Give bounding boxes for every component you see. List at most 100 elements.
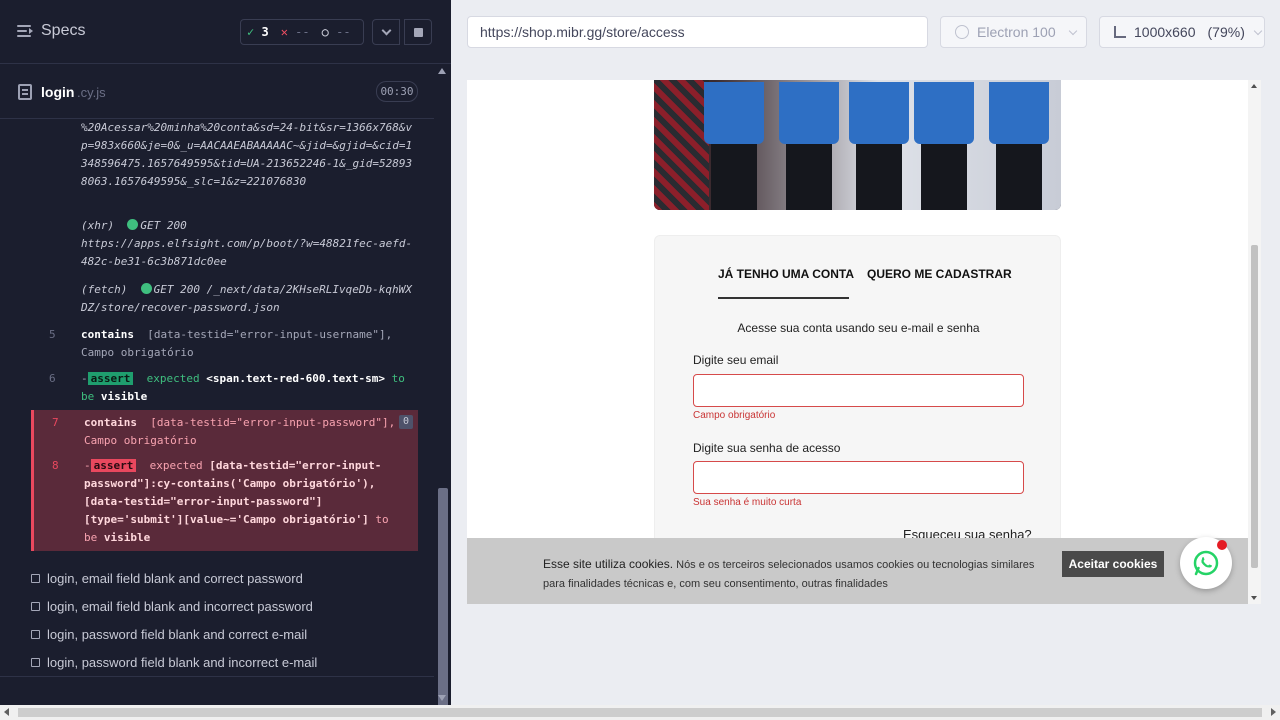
test-item[interactable]: login, email field blank and correct pas…: [31, 571, 303, 586]
tab-login[interactable]: JÁ TENHO UMA CONTA: [718, 267, 854, 299]
test-status-icon: [31, 630, 40, 639]
specs-header: Specs ✓ 3 ✕ -- ○ --: [0, 0, 451, 64]
scrollbar-thumb[interactable]: [438, 488, 448, 720]
whatsapp-button[interactable]: [1180, 537, 1232, 589]
browser-label: Electron 100: [977, 24, 1056, 40]
login-subtitle: Acesse sua conta usando seu e-mail e sen…: [737, 321, 980, 335]
viewport-size: 1000x660: [1134, 24, 1196, 40]
file-icon: [18, 84, 32, 100]
assert-badge: assert: [90, 459, 137, 472]
reporter-scrollbar[interactable]: [434, 64, 451, 720]
assert-value: visible: [103, 531, 151, 544]
command-dash: -: [81, 372, 88, 385]
command-row-5[interactable]: 5 contains [data-testid="error-input-use…: [31, 326, 418, 362]
command-number: 6: [49, 372, 56, 385]
team-photo: [654, 80, 1061, 210]
frame-scrollbar[interactable]: [1248, 80, 1261, 604]
scroll-right-icon[interactable]: [1271, 708, 1276, 716]
pending-count: --: [336, 25, 351, 39]
password-field[interactable]: [693, 461, 1024, 494]
horizontal-scrollbar[interactable]: [0, 705, 1280, 720]
email-error: Campo obrigatório: [693, 410, 776, 421]
log-xhr[interactable]: (xhr) GET 200 https://apps.elfsight.com/…: [81, 217, 416, 271]
passed-stat: ✓ 3: [241, 25, 275, 39]
cookie-title: Esse site utiliza cookies.: [543, 557, 674, 571]
command-number: 5: [49, 328, 56, 341]
spec-file-name: login: [41, 84, 75, 100]
failed-count: --: [295, 25, 310, 39]
command-text: contains [data-testid="error-input-usern…: [81, 326, 411, 362]
test-status-icon: [31, 574, 40, 583]
command-log: %20Acessar%20minha%20conta&sd=24-bit&sr=…: [0, 119, 434, 551]
viewport-zoom: (79%): [1207, 24, 1245, 40]
scroll-down-icon[interactable]: [1251, 596, 1257, 600]
spec-duration: 00:30: [376, 81, 418, 102]
command-row-8[interactable]: 8 - assert expected [data-testid="error-i…: [31, 450, 418, 551]
command-text: - assert expected <span.text-red-600.text…: [81, 370, 411, 406]
divider: [0, 676, 434, 677]
specs-menu-icon: [17, 25, 33, 37]
command-text: - assert expected [data-testid="error-inp…: [84, 457, 414, 547]
test-title: login, email field blank and correct pas…: [47, 571, 303, 586]
log-fetch[interactable]: (fetch) GET 200 /_next/data/2KHseRLIvqeD…: [81, 281, 416, 317]
ruler-icon: [1114, 26, 1126, 38]
command-row-7[interactable]: 7 contains [data-testid="error-input-pas…: [31, 410, 418, 450]
status-dot: [140, 283, 152, 294]
accept-cookies-button[interactable]: Aceitar cookies: [1062, 551, 1164, 577]
viewport-selector[interactable]: 1000x660 (79%): [1099, 16, 1265, 48]
xhr-status: GET 200: [140, 219, 187, 232]
preview-panel: https://shop.mibr.gg/store/access Electr…: [451, 0, 1280, 705]
browser-selector[interactable]: Electron 100: [940, 16, 1087, 48]
specs-toggle[interactable]: Specs: [17, 22, 85, 40]
password-label: Digite sua senha de acesso: [693, 441, 841, 455]
test-status-icon: [31, 658, 40, 667]
test-item[interactable]: login, password field blank and correct …: [31, 627, 307, 642]
pending-stat: ○ --: [316, 25, 357, 39]
tab-register[interactable]: QUERO ME CADASTRAR: [867, 267, 1012, 290]
command-row-6[interactable]: 6 - assert expected <span.text-red-600.te…: [31, 370, 418, 406]
scroll-up-icon[interactable]: [438, 68, 446, 74]
status-dot: [127, 219, 139, 230]
log-url-fragment[interactable]: %20Acessar%20minha%20conta&sd=24-bit&sr=…: [81, 119, 416, 191]
spec-file-header[interactable]: login .cy.js 00:30: [0, 64, 434, 119]
scroll-up-icon[interactable]: [1251, 84, 1257, 88]
cookie-text: Esse site utiliza cookies. Nós e os terc…: [543, 555, 1039, 594]
auth-tabs: JÁ TENHO UMA CONTA QUERO ME CADASTRAR: [718, 267, 1012, 299]
command-name: contains: [81, 328, 134, 341]
player-figure: [984, 82, 1054, 210]
scrollbar-thumb[interactable]: [1251, 245, 1258, 568]
cookie-banner: Esse site utiliza cookies. Nós e os terc…: [467, 538, 1248, 604]
test-stats: ✓ 3 ✕ -- ○ --: [240, 19, 364, 45]
expand-button[interactable]: [372, 19, 400, 45]
xhr-label: (xhr): [81, 219, 115, 232]
scroll-left-icon[interactable]: [4, 708, 9, 716]
scrollbar-thumb[interactable]: [18, 708, 1262, 717]
fetch-label: (fetch): [81, 283, 128, 296]
assert-value: visible: [100, 390, 148, 403]
command-name: contains: [84, 416, 137, 429]
x-icon: ✕: [280, 25, 288, 39]
chevron-down-icon: [1068, 26, 1077, 35]
player-figure: [844, 82, 914, 210]
command-dash: -: [84, 459, 91, 472]
player-figure: [699, 82, 769, 210]
check-icon: ✓: [247, 25, 255, 39]
test-item[interactable]: login, password field blank and incorrec…: [31, 655, 317, 670]
whatsapp-icon: [1193, 550, 1219, 576]
electron-icon: [955, 25, 969, 39]
failed-stat: ✕ --: [275, 25, 316, 39]
app-frame: JÁ TENHO UMA CONTA QUERO ME CADASTRAR Ac…: [467, 80, 1261, 604]
passed-count: 3: [261, 25, 269, 39]
chevron-down-icon: [381, 25, 391, 35]
fetch-status: GET 200 /_next/data/2KHseRLIvqeDb-kqhWXD…: [81, 283, 412, 314]
test-item[interactable]: login, email field blank and incorrect p…: [31, 599, 313, 614]
command-text: contains [data-testid="error-input-passw…: [84, 414, 399, 450]
test-title: login, email field blank and incorrect p…: [47, 599, 313, 614]
stop-button[interactable]: [404, 19, 432, 45]
scroll-down-icon[interactable]: [438, 695, 446, 701]
command-number: 7: [52, 416, 59, 429]
email-field[interactable]: [693, 374, 1024, 407]
test-title: login, password field blank and incorrec…: [47, 655, 318, 670]
url-bar[interactable]: https://shop.mibr.gg/store/access: [467, 16, 928, 48]
notification-dot: [1217, 540, 1227, 550]
